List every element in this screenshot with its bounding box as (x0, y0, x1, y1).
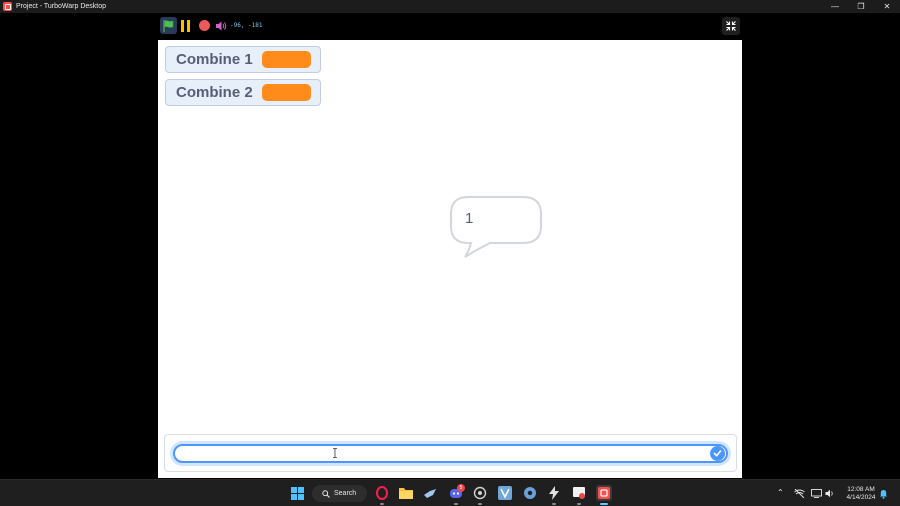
ubisoft-icon[interactable] (522, 485, 538, 501)
windows-taskbar: Search 5 ⌃ 12:08 AM 4/14/2024 (0, 479, 900, 506)
green-flag-button[interactable] (160, 17, 177, 34)
checkmark-icon (713, 450, 722, 457)
notification-bell-icon[interactable] (879, 489, 888, 499)
search-icon (322, 489, 330, 498)
windows-start-button[interactable] (289, 485, 305, 501)
monitor-label: Combine 1 (176, 51, 253, 68)
running-indicator (577, 503, 581, 505)
window-title: Project - TurboWarp Desktop (16, 3, 106, 10)
turbowarp-taskbar-icon[interactable] (596, 485, 612, 501)
search-label: Search (334, 490, 357, 497)
window-controls: — ❐ ✕ (822, 0, 900, 13)
ask-prompt-box (164, 434, 737, 472)
variable-monitor-combine-2[interactable]: Combine 2 (165, 79, 321, 106)
speech-bubble (450, 196, 542, 258)
player-toolbar: -96, -181 (158, 16, 742, 36)
file-explorer-icon[interactable] (398, 485, 414, 501)
network-off-icon[interactable] (794, 489, 805, 498)
snipping-tool-icon[interactable] (571, 485, 587, 501)
mouse-coordinates: -96, -181 (230, 22, 263, 29)
opera-gx-icon[interactable] (374, 485, 390, 501)
zap-icon[interactable] (546, 485, 562, 501)
clock-date: 4/14/2024 (846, 494, 876, 501)
pause-bar-icon (181, 20, 184, 32)
running-indicator (552, 503, 556, 505)
running-indicator (478, 503, 482, 505)
running-indicator (380, 503, 384, 505)
restore-button[interactable]: ❐ (848, 0, 874, 13)
windows-logo-icon (290, 486, 304, 500)
speech-bubble-text: 1 (465, 210, 474, 227)
running-indicator (454, 503, 458, 505)
taskbar-search[interactable]: Search (312, 485, 367, 502)
window-titlebar: Project - TurboWarp Desktop — ❐ ✕ (0, 0, 900, 13)
green-flag-icon (163, 19, 174, 32)
taskbar-clock[interactable]: 12:08 AM 4/14/2024 (838, 486, 884, 502)
monitor-label: Combine 2 (176, 84, 253, 101)
volume-icon[interactable] (825, 489, 835, 498)
active-indicator (600, 503, 608, 505)
minimize-button[interactable]: — (822, 0, 848, 13)
github-icon[interactable] (472, 485, 488, 501)
stage-canvas[interactable]: Combine 1 Combine 2 1 (158, 40, 742, 478)
turbowarp-app-icon (3, 2, 12, 11)
pause-button[interactable] (181, 20, 191, 32)
steam-icon[interactable] (422, 485, 438, 501)
monitor-value (262, 84, 311, 101)
tray-overflow-chevron-icon[interactable]: ⌃ (777, 488, 784, 497)
display-icon[interactable] (811, 489, 822, 498)
text-cursor-icon (333, 448, 337, 458)
discord-notification-badge: 5 (457, 484, 465, 492)
sound-icon[interactable] (215, 20, 227, 32)
visual-studio-icon[interactable] (497, 485, 513, 501)
stop-button[interactable] (199, 20, 210, 31)
close-button[interactable]: ✕ (874, 0, 900, 13)
fullscreen-exit-button[interactable] (722, 17, 740, 35)
fullscreen-exit-icon (726, 21, 736, 31)
pause-bar-icon (187, 20, 190, 32)
clock-time: 12:08 AM (847, 486, 875, 493)
answer-input[interactable] (173, 444, 728, 463)
monitor-value (262, 51, 311, 68)
variable-monitor-combine-1[interactable]: Combine 1 (165, 46, 321, 73)
submit-answer-button[interactable] (710, 446, 725, 461)
